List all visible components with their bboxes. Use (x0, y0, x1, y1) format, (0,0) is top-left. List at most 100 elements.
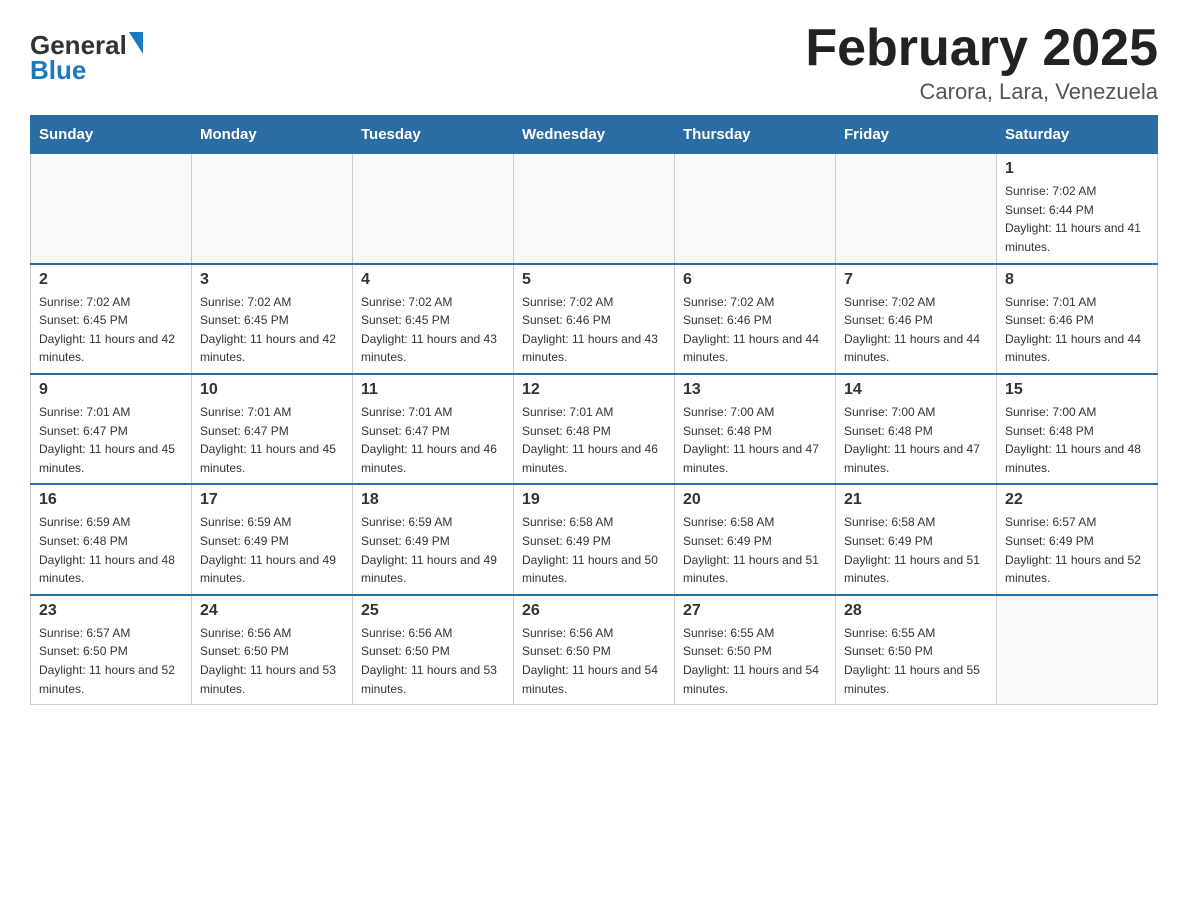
calendar-cell: 20 Sunrise: 6:58 AMSunset: 6:49 PMDayligh… (675, 484, 836, 594)
day-number: 22 (1005, 491, 1149, 509)
day-info: Sunrise: 6:58 AMSunset: 6:49 PMDaylight:… (683, 513, 827, 587)
day-number: 19 (522, 491, 666, 509)
calendar-table: SundayMondayTuesdayWednesdayThursdayFrid… (30, 115, 1158, 705)
day-number: 1 (1005, 160, 1149, 178)
day-info: Sunrise: 7:01 AMSunset: 6:47 PMDaylight:… (361, 403, 505, 477)
weekday-header-saturday: Saturday (997, 116, 1158, 154)
calendar-cell: 13 Sunrise: 7:00 AMSunset: 6:48 PMDayligh… (675, 374, 836, 484)
day-info: Sunrise: 6:56 AMSunset: 6:50 PMDaylight:… (522, 624, 666, 698)
calendar-cell: 7 Sunrise: 7:02 AMSunset: 6:46 PMDaylight… (836, 264, 997, 374)
day-info: Sunrise: 7:01 AMSunset: 6:47 PMDaylight:… (39, 403, 183, 477)
month-title: February 2025 (805, 20, 1158, 77)
day-number: 14 (844, 381, 988, 399)
day-info: Sunrise: 6:59 AMSunset: 6:49 PMDaylight:… (200, 513, 344, 587)
day-number: 25 (361, 602, 505, 620)
calendar-cell: 4 Sunrise: 7:02 AMSunset: 6:45 PMDaylight… (353, 264, 514, 374)
calendar-cell: 28 Sunrise: 6:55 AMSunset: 6:50 PMDayligh… (836, 595, 997, 705)
day-info: Sunrise: 7:01 AMSunset: 6:48 PMDaylight:… (522, 403, 666, 477)
calendar-cell: 15 Sunrise: 7:00 AMSunset: 6:48 PMDayligh… (997, 374, 1158, 484)
day-info: Sunrise: 7:02 AMSunset: 6:46 PMDaylight:… (683, 293, 827, 367)
calendar-cell (514, 154, 675, 264)
calendar-cell: 26 Sunrise: 6:56 AMSunset: 6:50 PMDayligh… (514, 595, 675, 705)
calendar-cell: 17 Sunrise: 6:59 AMSunset: 6:49 PMDayligh… (192, 484, 353, 594)
day-info: Sunrise: 7:00 AMSunset: 6:48 PMDaylight:… (1005, 403, 1149, 477)
calendar-cell: 3 Sunrise: 7:02 AMSunset: 6:45 PMDaylight… (192, 264, 353, 374)
day-number: 17 (200, 491, 344, 509)
location: Carora, Lara, Venezuela (805, 79, 1158, 105)
day-info: Sunrise: 7:01 AMSunset: 6:46 PMDaylight:… (1005, 293, 1149, 367)
day-info: Sunrise: 6:58 AMSunset: 6:49 PMDaylight:… (522, 513, 666, 587)
day-number: 24 (200, 602, 344, 620)
calendar-cell: 22 Sunrise: 6:57 AMSunset: 6:49 PMDayligh… (997, 484, 1158, 594)
day-number: 2 (39, 271, 183, 289)
day-number: 9 (39, 381, 183, 399)
day-info: Sunrise: 6:56 AMSunset: 6:50 PMDaylight:… (200, 624, 344, 698)
day-info: Sunrise: 7:02 AMSunset: 6:46 PMDaylight:… (844, 293, 988, 367)
day-info: Sunrise: 7:00 AMSunset: 6:48 PMDaylight:… (683, 403, 827, 477)
day-number: 20 (683, 491, 827, 509)
calendar-cell: 19 Sunrise: 6:58 AMSunset: 6:49 PMDayligh… (514, 484, 675, 594)
day-info: Sunrise: 7:01 AMSunset: 6:47 PMDaylight:… (200, 403, 344, 477)
calendar-cell (192, 154, 353, 264)
day-info: Sunrise: 7:02 AMSunset: 6:45 PMDaylight:… (361, 293, 505, 367)
calendar-cell: 5 Sunrise: 7:02 AMSunset: 6:46 PMDaylight… (514, 264, 675, 374)
page-header: General Blue February 2025 Carora, Lara,… (30, 20, 1158, 105)
calendar-cell: 1 Sunrise: 7:02 AMSunset: 6:44 PMDaylight… (997, 154, 1158, 264)
day-number: 6 (683, 271, 827, 289)
weekday-header-wednesday: Wednesday (514, 116, 675, 154)
calendar-cell (31, 154, 192, 264)
calendar-cell: 9 Sunrise: 7:01 AMSunset: 6:47 PMDaylight… (31, 374, 192, 484)
day-number: 16 (39, 491, 183, 509)
day-number: 11 (361, 381, 505, 399)
calendar-cell: 25 Sunrise: 6:56 AMSunset: 6:50 PMDayligh… (353, 595, 514, 705)
weekday-header-monday: Monday (192, 116, 353, 154)
day-info: Sunrise: 7:02 AMSunset: 6:45 PMDaylight:… (200, 293, 344, 367)
calendar-cell (675, 154, 836, 264)
day-info: Sunrise: 7:02 AMSunset: 6:46 PMDaylight:… (522, 293, 666, 367)
day-info: Sunrise: 6:57 AMSunset: 6:49 PMDaylight:… (1005, 513, 1149, 587)
day-number: 5 (522, 271, 666, 289)
calendar-cell: 2 Sunrise: 7:02 AMSunset: 6:45 PMDaylight… (31, 264, 192, 374)
day-number: 27 (683, 602, 827, 620)
calendar-cell: 6 Sunrise: 7:02 AMSunset: 6:46 PMDaylight… (675, 264, 836, 374)
day-number: 7 (844, 271, 988, 289)
day-number: 15 (1005, 381, 1149, 399)
day-info: Sunrise: 7:00 AMSunset: 6:48 PMDaylight:… (844, 403, 988, 477)
weekday-header-sunday: Sunday (31, 116, 192, 154)
day-number: 12 (522, 381, 666, 399)
weekday-header-tuesday: Tuesday (353, 116, 514, 154)
logo-text-blue: Blue (30, 55, 86, 86)
calendar-cell: 18 Sunrise: 6:59 AMSunset: 6:49 PMDayligh… (353, 484, 514, 594)
day-info: Sunrise: 6:59 AMSunset: 6:48 PMDaylight:… (39, 513, 183, 587)
calendar-cell: 8 Sunrise: 7:01 AMSunset: 6:46 PMDaylight… (997, 264, 1158, 374)
calendar-cell: 10 Sunrise: 7:01 AMSunset: 6:47 PMDayligh… (192, 374, 353, 484)
day-info: Sunrise: 7:02 AMSunset: 6:44 PMDaylight:… (1005, 182, 1149, 256)
day-number: 10 (200, 381, 344, 399)
day-number: 23 (39, 602, 183, 620)
title-block: February 2025 Carora, Lara, Venezuela (805, 20, 1158, 105)
day-info: Sunrise: 7:02 AMSunset: 6:45 PMDaylight:… (39, 293, 183, 367)
day-info: Sunrise: 6:59 AMSunset: 6:49 PMDaylight:… (361, 513, 505, 587)
calendar-cell (997, 595, 1158, 705)
day-number: 26 (522, 602, 666, 620)
day-number: 13 (683, 381, 827, 399)
day-info: Sunrise: 6:58 AMSunset: 6:49 PMDaylight:… (844, 513, 988, 587)
day-info: Sunrise: 6:55 AMSunset: 6:50 PMDaylight:… (683, 624, 827, 698)
day-number: 21 (844, 491, 988, 509)
logo: General Blue (30, 30, 143, 86)
day-number: 3 (200, 271, 344, 289)
calendar-cell: 16 Sunrise: 6:59 AMSunset: 6:48 PMDayligh… (31, 484, 192, 594)
day-number: 28 (844, 602, 988, 620)
calendar-cell (836, 154, 997, 264)
calendar-cell: 24 Sunrise: 6:56 AMSunset: 6:50 PMDayligh… (192, 595, 353, 705)
day-info: Sunrise: 6:55 AMSunset: 6:50 PMDaylight:… (844, 624, 988, 698)
calendar-cell: 11 Sunrise: 7:01 AMSunset: 6:47 PMDayligh… (353, 374, 514, 484)
weekday-header-friday: Friday (836, 116, 997, 154)
calendar-cell: 23Sunrise: 6:57 AMSunset: 6:50 PMDayligh… (31, 595, 192, 705)
day-number: 8 (1005, 271, 1149, 289)
calendar-cell: 14 Sunrise: 7:00 AMSunset: 6:48 PMDayligh… (836, 374, 997, 484)
day-info: Sunrise: 6:56 AMSunset: 6:50 PMDaylight:… (361, 624, 505, 698)
day-number: 4 (361, 271, 505, 289)
calendar-cell: 12 Sunrise: 7:01 AMSunset: 6:48 PMDayligh… (514, 374, 675, 484)
day-number: 18 (361, 491, 505, 509)
